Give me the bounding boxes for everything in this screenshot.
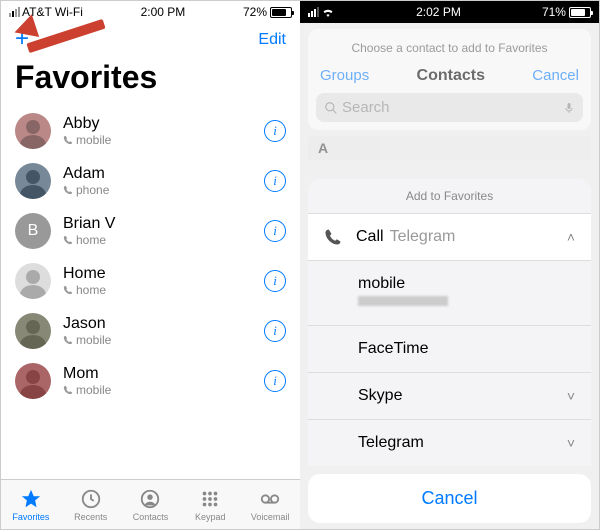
handset-icon	[63, 285, 73, 295]
handset-icon	[63, 385, 73, 395]
chevron-down-icon: ˅	[567, 388, 575, 404]
status-bar: 2:02 PM 71%	[300, 1, 599, 23]
sheet-row-facetime[interactable]: FaceTime	[308, 325, 591, 372]
signal-icon	[9, 7, 20, 17]
info-button[interactable]: i	[264, 270, 286, 292]
action-sheet: Add to Favorites Call Telegram ˄ mobile …	[308, 179, 591, 529]
list-item[interactable]: Adam phone i	[1, 156, 300, 206]
tab-voicemail[interactable]: Voicemail	[240, 480, 300, 529]
nav-bar: + Edit	[1, 23, 300, 53]
contact-name: Mom	[63, 365, 264, 383]
modal-header: Choose a contact to add to Favorites	[316, 37, 583, 59]
list-item[interactable]: Home home i	[1, 256, 300, 306]
edit-button[interactable]: Edit	[258, 31, 286, 49]
list-item[interactable]: B Brian V home i	[1, 206, 300, 256]
tab-recents[interactable]: Recents	[61, 480, 121, 529]
carrier-label: AT&T Wi-Fi	[22, 5, 83, 19]
avatar	[15, 113, 51, 149]
signal-icon	[308, 7, 319, 17]
contact-name: Adam	[63, 165, 264, 183]
handset-icon	[63, 135, 73, 145]
grid-icon	[199, 488, 221, 510]
handset-icon	[63, 235, 73, 245]
tab-keypad[interactable]: Keypad	[180, 480, 240, 529]
battery-percent: 72%	[243, 5, 267, 19]
sheet-row-skype[interactable]: Skype ˅	[308, 372, 591, 419]
contact-name: Abby	[63, 115, 264, 133]
avatar	[15, 263, 51, 299]
page-title: Favorites	[1, 53, 300, 106]
tab-bar: Favorites Recents Contacts Keypad Voicem…	[1, 479, 300, 529]
list-item[interactable]: Mom mobile i	[1, 356, 300, 406]
contact-sub: phone	[63, 183, 264, 197]
contact-name: Brian V	[63, 215, 264, 233]
person-icon	[139, 488, 161, 510]
contact-sub: mobile	[63, 383, 264, 397]
contact-sub: home	[63, 283, 264, 297]
chevron-down-icon: ˅	[567, 435, 575, 451]
modal-title: Contacts	[417, 67, 485, 85]
avatar: B	[15, 213, 51, 249]
battery-percent: 71%	[542, 5, 566, 19]
avatar	[15, 313, 51, 349]
sheet-title: Add to Favorites	[308, 179, 591, 213]
chevron-up-icon: ˄	[567, 229, 575, 245]
status-time: 2:02 PM	[416, 5, 461, 19]
avatar	[15, 163, 51, 199]
tab-favorites[interactable]: Favorites	[1, 480, 61, 529]
voicemail-icon	[259, 488, 281, 510]
favorites-screen: AT&T Wi-Fi 2:00 PM 72% + Edit Favorites …	[1, 1, 300, 529]
cancel-button[interactable]: Cancel	[532, 67, 579, 85]
avatar	[15, 363, 51, 399]
favorites-list: Abby mobile i Adam phone i B	[1, 106, 300, 406]
search-icon	[324, 101, 338, 115]
sheet-row-call[interactable]: Call Telegram ˄	[308, 213, 591, 260]
info-button[interactable]: i	[264, 220, 286, 242]
contact-sub: mobile	[63, 333, 264, 347]
search-input[interactable]: Search	[316, 93, 583, 122]
redacted-number	[358, 296, 448, 306]
battery-icon	[270, 7, 292, 18]
groups-button[interactable]: Groups	[320, 67, 369, 85]
contact-sub: home	[63, 233, 264, 247]
add-button[interactable]: +	[15, 31, 29, 49]
contact-name: Jason	[63, 315, 264, 333]
list-item[interactable]: Jason mobile i	[1, 306, 300, 356]
contact-picker-modal: Choose a contact to add to Favorites Gro…	[308, 29, 591, 130]
clock-icon	[80, 488, 102, 510]
status-bar: AT&T Wi-Fi 2:00 PM 72%	[1, 1, 300, 23]
battery-icon	[569, 7, 591, 18]
picker-screen: 2:02 PM 71% Choose a contact to add to F…	[300, 1, 599, 529]
contact-sub: mobile	[63, 133, 264, 147]
info-button[interactable]: i	[264, 170, 286, 192]
handset-icon	[63, 335, 73, 345]
status-time: 2:00 PM	[141, 5, 186, 19]
list-item[interactable]: Abby mobile i	[1, 106, 300, 156]
handset-icon	[324, 228, 342, 246]
section-header: A	[308, 136, 591, 160]
info-button[interactable]: i	[264, 120, 286, 142]
star-icon	[20, 488, 42, 510]
contact-name: Home	[63, 265, 264, 283]
sheet-row-mobile[interactable]: mobile	[308, 260, 591, 325]
handset-icon	[63, 185, 73, 195]
mic-icon[interactable]	[563, 100, 575, 116]
info-button[interactable]: i	[264, 370, 286, 392]
info-button[interactable]: i	[264, 320, 286, 342]
sheet-row-telegram[interactable]: Telegram ˅	[308, 419, 591, 466]
sheet-cancel-button[interactable]: Cancel	[308, 474, 591, 523]
tab-contacts[interactable]: Contacts	[121, 480, 181, 529]
wifi-icon	[321, 7, 335, 17]
search-placeholder: Search	[342, 99, 559, 116]
